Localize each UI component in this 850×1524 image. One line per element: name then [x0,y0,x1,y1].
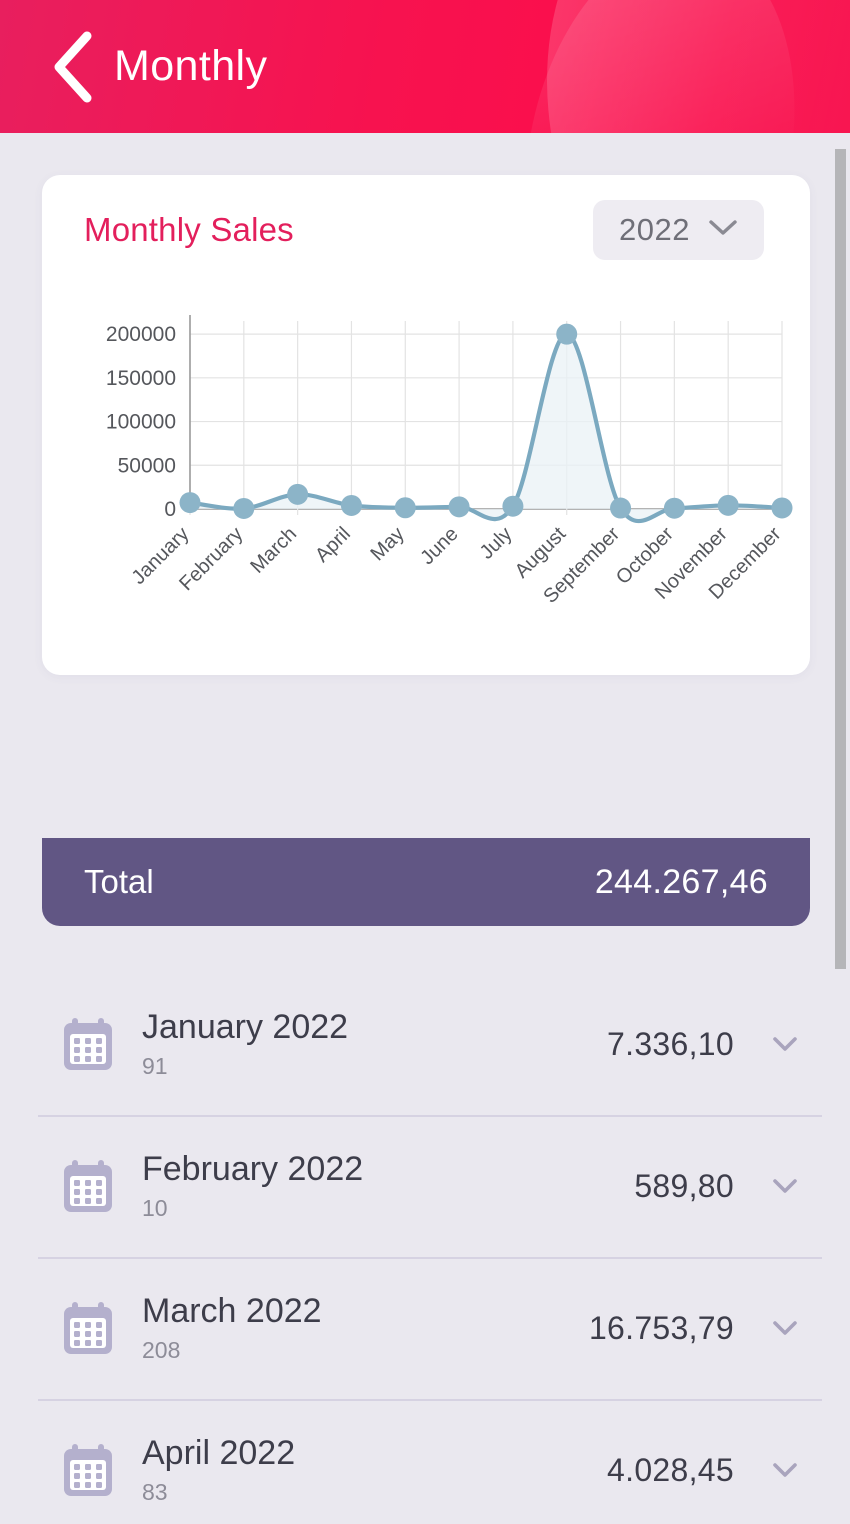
y-axis-tick-label: 200000 [106,323,176,346]
x-axis-tick-label: May [367,523,409,565]
chevron-down-icon[interactable] [768,1453,802,1487]
month-row-title: February 2022 [142,1149,364,1188]
y-axis-tick-label: 150000 [106,367,176,390]
scrollbar-thumb[interactable] [835,149,846,969]
chart-data-point[interactable] [556,323,578,345]
total-value: 244.267,46 [594,862,768,901]
month-row-title: April 2022 [142,1433,296,1472]
chart-data-point[interactable] [448,496,470,518]
sales-line-chart: 0 50000 100000 150000 200000 January February M… [42,285,810,675]
month-row-title: January 2022 [142,1007,349,1046]
x-axis-tick-label: July [476,523,517,564]
chevron-down-icon [708,219,738,242]
chart-data-point[interactable] [233,497,255,519]
calendar-icon [62,1442,114,1498]
chart-data-point[interactable] [179,492,201,514]
month-row-title: March 2022 [142,1291,322,1330]
chart-line [187,332,785,524]
y-axis-tick-label: 100000 [106,411,176,434]
x-axis-tick-label: April [311,523,355,567]
scrollbar-track[interactable] [835,133,850,1524]
month-row-amount: 4.028,45 [607,1451,734,1488]
month-row-amount: 16.753,79 [588,1309,734,1346]
month-row-amount: 589,80 [634,1167,734,1204]
total-label: Total [84,863,154,900]
page-scroll-area[interactable]: Monthly Sales 2022 0 50000 100000 150000 200… [0,133,850,1524]
month-row-count: 91 [142,1053,168,1080]
calendar-icon [62,1016,114,1072]
chart-area-fill [190,334,782,522]
card-header: Monthly Sales 2022 [42,175,810,285]
month-row-count: 10 [142,1195,168,1222]
month-row-amount: 7.336,10 [607,1025,734,1062]
back-button[interactable] [36,27,108,107]
chart-data-point[interactable] [394,497,416,519]
chevron-left-icon [49,31,95,103]
chevron-down-icon[interactable] [768,1311,802,1345]
monthly-sales-card: Monthly Sales 2022 0 50000 100000 150000 200… [42,175,810,675]
app-header: Monthly [0,0,850,133]
chart-data-point[interactable] [717,494,739,516]
year-selector-value: 2022 [619,212,690,247]
calendar-icon [62,1158,114,1214]
y-axis-tick-label: 50000 [118,454,176,477]
month-row-texts: January 2022 91 [142,1008,607,1080]
month-row-texts: March 2022 208 [142,1292,589,1364]
x-axis-tick-label: June [416,523,462,569]
page-title: Monthly [114,42,268,90]
chart-data-point[interactable] [663,497,685,519]
chart-data-point[interactable] [502,495,524,517]
month-row-texts: April 2022 83 [142,1434,607,1506]
header-swoosh-decoration-secondary [489,0,831,133]
chevron-down-icon[interactable] [768,1027,802,1061]
total-summary-bar: Total 244.267,46 [42,838,810,926]
chart-data-point[interactable] [340,494,362,516]
month-row-count: 83 [142,1479,168,1506]
x-axis-tick-label: March [246,523,301,578]
chart-data-point[interactable] [610,497,632,519]
month-row-texts: February 2022 10 [142,1150,634,1222]
month-row-count: 208 [142,1337,181,1364]
card-title: Monthly Sales [84,211,294,248]
month-row[interactable]: January 2022 91 7.336,10 [0,973,850,1115]
year-selector[interactable]: 2022 [593,200,764,260]
chart-canvas: 050000100000150000200000JanuaryFebruaryM… [106,315,793,608]
header-swoosh-decoration [479,0,850,133]
month-list: January 2022 91 7.336,10 February 2022 1… [0,973,850,1524]
month-row[interactable]: April 2022 83 4.028,45 [0,1399,850,1524]
y-axis-tick-label: 0 [164,498,176,521]
month-row[interactable]: February 2022 10 589,80 [0,1115,850,1257]
chart-data-point[interactable] [287,483,309,505]
chevron-down-icon[interactable] [768,1169,802,1203]
calendar-icon [62,1300,114,1356]
chart-data-point[interactable] [771,497,793,519]
month-row[interactable]: March 2022 208 16.753,79 [0,1257,850,1399]
